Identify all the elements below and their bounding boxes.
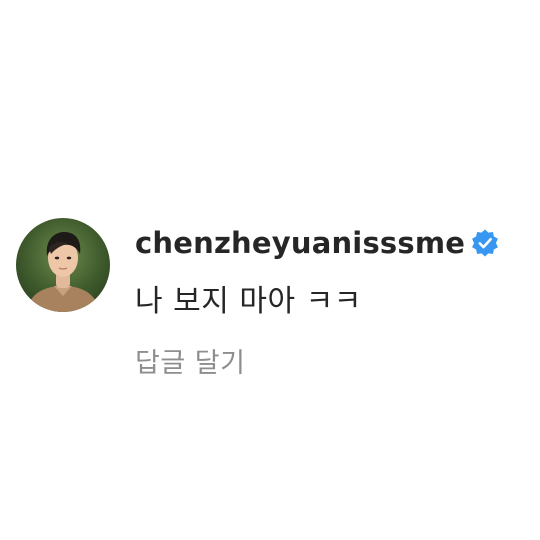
- verified-badge-icon: [470, 228, 500, 258]
- avatar-photo: [16, 218, 110, 312]
- comment-text: 나 보지 마아 ㅋㅋ: [135, 284, 362, 319]
- reply-button[interactable]: 답글 달기: [135, 341, 245, 380]
- username-link[interactable]: chenzheyuanisssme: [135, 226, 465, 260]
- username-row: chenzheyuanisssme: [135, 221, 500, 265]
- avatar[interactable]: [16, 218, 110, 312]
- comment-item: chenzheyuanisssme 나 보지 마아 ㅋㅋ 답글 달기: [0, 0, 540, 540]
